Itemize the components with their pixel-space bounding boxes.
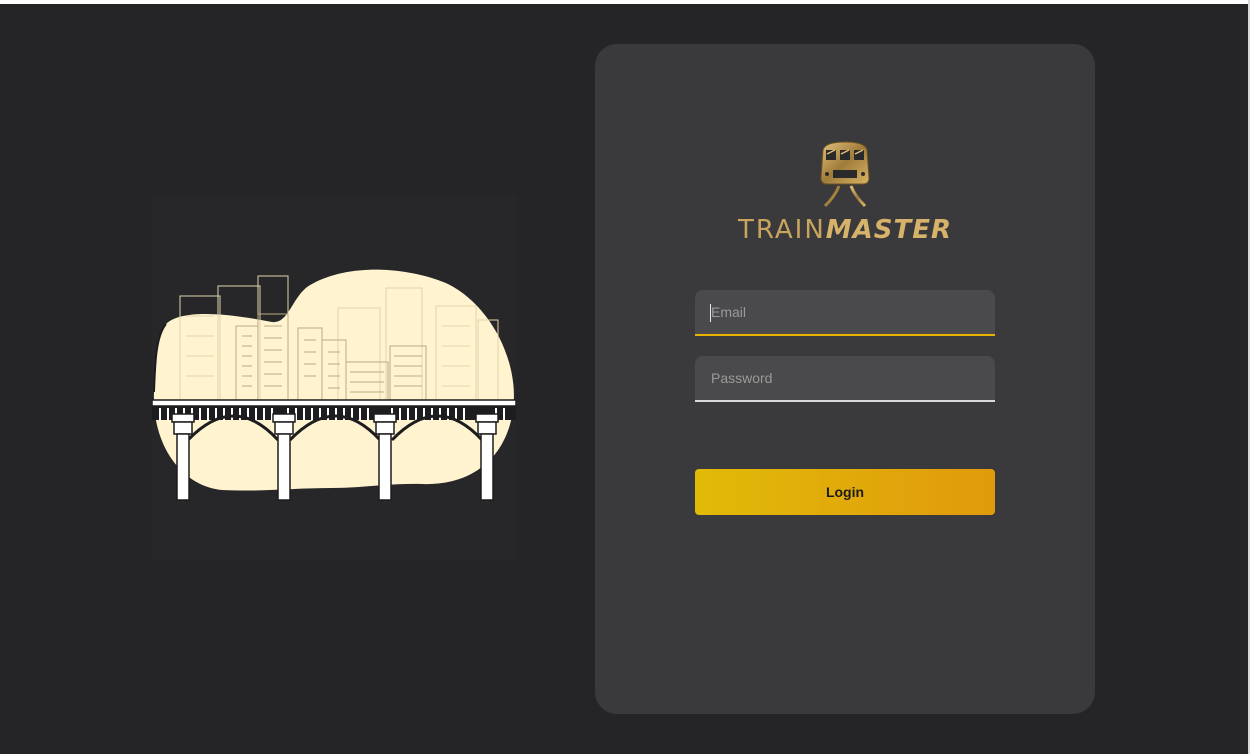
- train-front-icon: [815, 140, 875, 210]
- login-card: TRAINMASTER Login: [595, 44, 1095, 714]
- brand-name: TRAINMASTER: [735, 214, 955, 245]
- brand-logo: TRAINMASTER: [735, 140, 955, 252]
- window-top-border: [0, 0, 1250, 4]
- password-field[interactable]: [695, 356, 995, 402]
- email-field[interactable]: [695, 290, 995, 336]
- password-input[interactable]: [695, 356, 995, 400]
- text-cursor: [710, 304, 711, 322]
- city-bridge-illustration: [152, 196, 516, 560]
- brand-name-part1: TRAIN: [737, 215, 826, 245]
- login-button[interactable]: Login: [695, 469, 995, 515]
- email-input[interactable]: [695, 290, 995, 334]
- brand-name-part2: MASTER: [825, 215, 953, 245]
